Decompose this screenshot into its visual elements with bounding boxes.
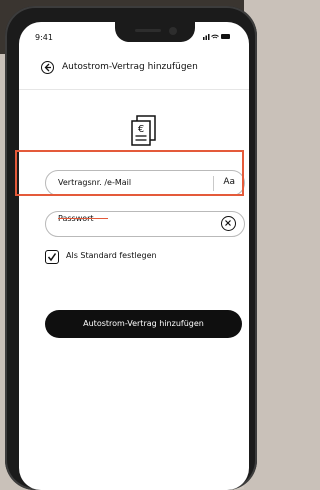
add-contract-button[interactable]: Autostrom-Vertrag hinzufügen: [45, 310, 242, 338]
back-button[interactable]: [41, 61, 54, 74]
clear-button[interactable]: [221, 216, 236, 231]
app-header: Autostrom-Vertrag hinzufügen: [19, 59, 249, 87]
default-checkbox-label: Als Standard festlegen: [66, 251, 157, 260]
highlight-strike: [58, 218, 108, 219]
speaker: [135, 29, 161, 32]
back-arrow-icon: [44, 63, 51, 72]
signal-wifi-battery-icon: [203, 34, 230, 40]
header-divider: [19, 89, 249, 90]
status-icons: [203, 32, 231, 42]
clear-icon: [225, 220, 231, 226]
phone-frame: 9:41 Autostrom-Vertrag hinzufügen € Vert…: [5, 6, 257, 490]
phone-notch: [115, 22, 195, 42]
page-title: Autostrom-Vertrag hinzufügen: [62, 62, 198, 72]
euro-document-icon: €: [131, 115, 156, 146]
camera: [169, 27, 177, 35]
password-input[interactable]: Passwort: [45, 211, 245, 237]
phone-screen: 9:41 Autostrom-Vertrag hinzufügen € Vert…: [19, 22, 249, 490]
default-checkbox[interactable]: [45, 250, 59, 264]
add-contract-button-label: Autostrom-Vertrag hinzufügen: [83, 319, 204, 328]
highlight-box: [15, 150, 244, 196]
svg-text:€: €: [138, 124, 144, 135]
checkmark-icon: [47, 253, 57, 262]
status-time: 9:41: [35, 33, 53, 42]
